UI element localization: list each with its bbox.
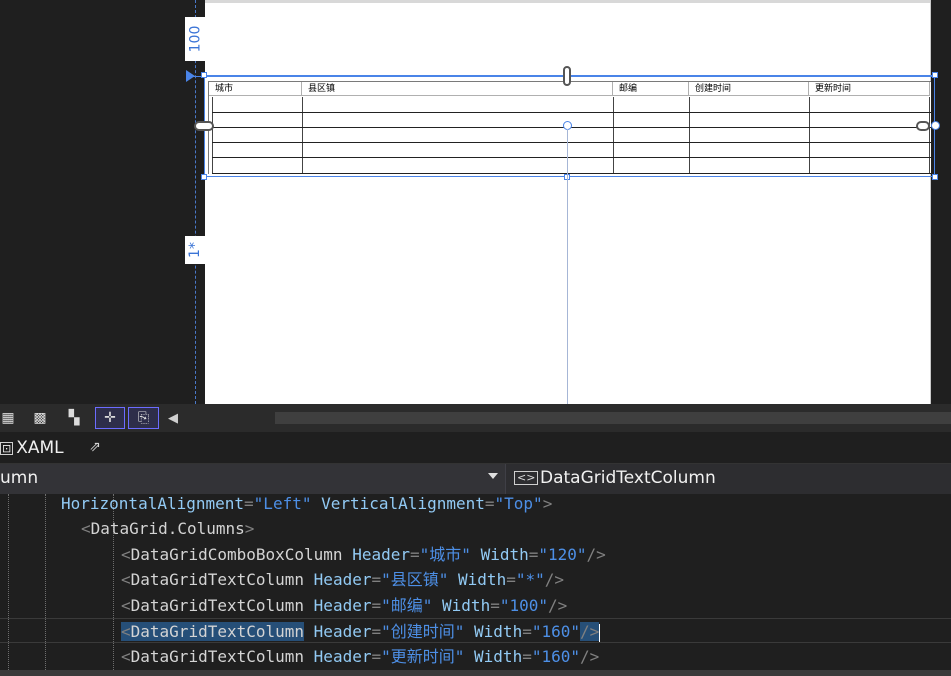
indent-guide	[8, 494, 9, 676]
code-value: "160"	[531, 622, 581, 641]
code-punctuation: <	[121, 647, 131, 666]
code-attribute: Header	[313, 596, 372, 615]
code-punctuation: />	[586, 545, 606, 564]
code-punctuation: <	[121, 570, 131, 589]
code-tag: DataGridTextColumn	[130, 596, 305, 615]
code-punctuation: <	[121, 545, 131, 564]
code-line[interactable]: HorizontalAlignment="Left" VerticalAlign…	[61, 494, 951, 516]
tab-xaml-label: XAML	[16, 438, 64, 458]
code-line[interactable]: <DataGridComboBoxColumn Header="城市" Widt…	[121, 542, 951, 567]
code-value: "邮编"	[381, 596, 433, 615]
device-preview-icon[interactable]: ⎘	[128, 407, 159, 429]
scroll-left-icon[interactable]: ◀	[164, 408, 182, 428]
code-attribute: Width	[474, 647, 523, 666]
code-attribute: Header	[313, 622, 372, 641]
grid-icon[interactable]: ▦	[0, 407, 20, 429]
row-height-label-top[interactable]: 100	[185, 17, 205, 61]
code-attribute: Header	[352, 545, 410, 564]
tab-xaml[interactable]: ⊡ XAML	[0, 434, 64, 462]
element-selector-dropdown[interactable]: umn	[0, 464, 506, 494]
code-line[interactable]: <DataGrid.Columns>	[81, 516, 951, 541]
code-punctuation: <	[121, 596, 131, 615]
code-attribute: Header	[313, 570, 372, 589]
code-tag: DataGrid.Columns	[90, 519, 245, 538]
indent-guide	[45, 494, 46, 676]
designer-toolbar: ▦ ▩ ▚ ✛ ⎘ ◀	[0, 404, 951, 432]
code-punctuation: <	[121, 622, 131, 641]
resize-handle[interactable]	[201, 72, 207, 78]
code-attribute: Width	[458, 570, 507, 589]
element-selector-value: umn	[0, 468, 39, 488]
code-line[interactable]: <DataGridTextColumn Header="邮编" Width="1…	[121, 593, 951, 618]
margin-link-icon[interactable]	[916, 121, 930, 131]
text-caret	[599, 623, 601, 642]
navigation-bar: umn <> DataGridTextColumn	[0, 464, 951, 494]
resize-handle[interactable]	[932, 174, 938, 180]
code-attribute: Width	[474, 622, 523, 641]
xaml-code-editor[interactable]: HorizontalAlignment="Left" VerticalAlign…	[0, 494, 951, 676]
code-punctuation: />	[580, 647, 600, 666]
code-punctuation: />	[580, 622, 600, 641]
code-line[interactable]: <DataGridTextColumn Header="县区镇" Width="…	[121, 567, 951, 592]
chevron-down-icon[interactable]	[488, 473, 498, 479]
code-tag: DataGridTextColumn	[130, 622, 305, 641]
code-value: "城市"	[419, 545, 471, 564]
window-preview[interactable]	[205, 3, 931, 404]
xaml-icon: ⊡	[0, 441, 14, 455]
code-value: "*"	[515, 570, 545, 589]
code-punctuation: />	[544, 570, 565, 589]
xaml-designer-surface[interactable]: 100 1* 城市 县区镇 邮编 创建时间 更新时间	[0, 0, 951, 404]
code-tag: DataGridTextColumn	[130, 570, 305, 589]
code-punctuation: >	[244, 519, 255, 538]
code-attribute: Header	[313, 647, 372, 666]
code-attribute: Width	[480, 545, 529, 564]
code-punctuation: <	[81, 519, 91, 538]
horizontal-scrollbar[interactable]	[275, 412, 951, 424]
resize-handle[interactable]	[201, 174, 207, 180]
popout-icon[interactable]: ⇗	[86, 438, 104, 456]
row-divider-arrow-icon[interactable]	[186, 70, 195, 82]
code-value: "120"	[538, 545, 587, 564]
code-tag: DataGridComboBoxColumn	[130, 545, 343, 564]
code-line-current[interactable]: <DataGridTextColumn Header="创建时间" Width=…	[0, 618, 951, 643]
code-line[interactable]: <DataGridTextColumn Header="更新时间" Width=…	[121, 644, 951, 669]
code-tag: DataGridTextColumn	[130, 647, 305, 666]
margin-link-icon[interactable]	[563, 66, 571, 86]
code-value: "160"	[531, 647, 581, 666]
code-punctuation: >	[542, 494, 553, 513]
snap-grid-icon[interactable]: ▩	[28, 407, 52, 429]
editor-tab-row: ⊡ XAML ⇗	[0, 432, 951, 464]
snap-lines-icon[interactable]: ✛	[95, 407, 125, 429]
editor-status-strip	[0, 670, 951, 676]
window-border	[930, 0, 931, 404]
code-attribute: VerticalAlignment	[321, 494, 485, 513]
margin-link-icon[interactable]	[194, 121, 214, 131]
member-selector-dropdown[interactable]: DataGridTextColumn	[540, 468, 716, 488]
code-attribute: HorizontalAlignment	[61, 494, 245, 513]
code-attribute: Width	[442, 596, 491, 615]
alignment-guide	[567, 129, 568, 404]
code-punctuation: />	[548, 596, 568, 615]
row-height-label-bottom[interactable]: 1*	[185, 236, 205, 264]
code-value: "Left"	[253, 494, 312, 513]
code-value: "县区镇"	[381, 570, 449, 589]
code-value: "100"	[499, 596, 549, 615]
checkerboard-icon[interactable]: ▚	[62, 407, 86, 429]
element-type-icon: <>	[514, 471, 539, 485]
margin-handle[interactable]	[931, 121, 940, 130]
resize-handle[interactable]	[932, 72, 938, 78]
code-value: "创建时间"	[381, 622, 465, 641]
code-value: "更新时间"	[381, 647, 465, 666]
code-value: "Top"	[494, 494, 543, 513]
